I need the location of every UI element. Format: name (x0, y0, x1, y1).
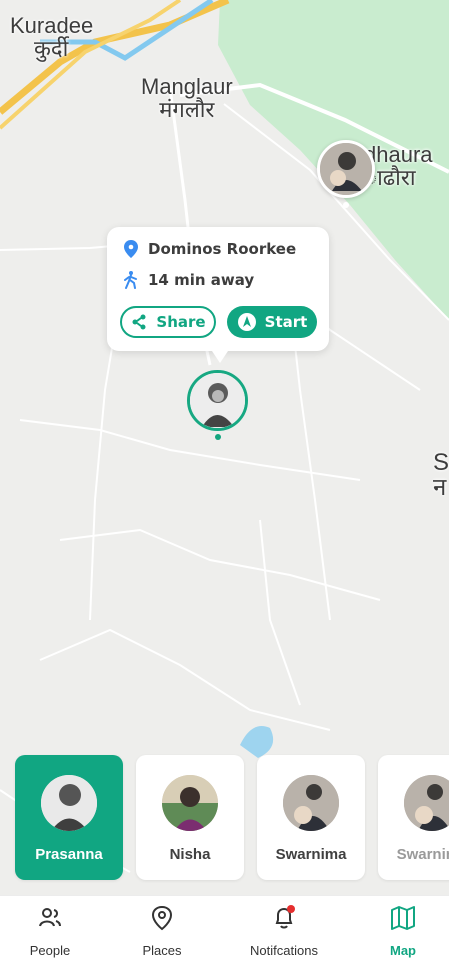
friend-photo (162, 775, 218, 831)
friend-photo (283, 775, 339, 831)
map-place-manglaur: Manglaur मंगलौर (141, 75, 233, 121)
people-icon (39, 908, 61, 927)
marker-dot (215, 434, 221, 440)
share-button[interactable]: Share (120, 306, 216, 338)
avatar-photo-icon (190, 373, 245, 428)
nav-map-label: Map (390, 943, 416, 958)
avatar-photo-icon (320, 143, 372, 195)
nav-people[interactable]: People (24, 904, 76, 958)
start-navigation-button[interactable]: Start (227, 306, 317, 338)
share-button-label: Share (156, 313, 206, 331)
avatar-photo-icon (41, 775, 97, 831)
nav-notifications[interactable]: Notifcations (245, 904, 323, 958)
friend-card-swarnima-partial[interactable]: Swarnima (378, 755, 449, 880)
bell-icon (275, 905, 295, 929)
friend-card-swarnima[interactable]: Swarnima (257, 755, 365, 880)
location-popup: Dominos Roorkee 14 min away Share Start (107, 227, 329, 363)
place-pin-icon (151, 905, 173, 931)
bottom-navigation: People Places Notifcations Map (0, 895, 449, 970)
popup-location-row: Dominos Roorkee (124, 240, 296, 258)
place-native-name: न (433, 474, 447, 502)
friends-carousel[interactable]: Prasanna Nisha Swarnima Swarni (15, 755, 449, 880)
map-place-kuradee: Kuradee कुर्दी (10, 14, 93, 60)
map-screen: Kuradee कुर्दी Manglaur मंगलौर dhaura ाढ… (0, 0, 449, 970)
friend-card-nisha[interactable]: Nisha (136, 755, 244, 880)
friend-photo (404, 775, 449, 831)
popup-location-name: Dominos Roorkee (148, 240, 297, 258)
nav-notifications-label: Notifcations (250, 943, 318, 958)
notification-dot (287, 905, 295, 913)
friend-avatar-marker-swarnima[interactable] (317, 140, 375, 198)
selected-friend-marker-prasanna[interactable] (187, 370, 248, 431)
nav-places[interactable]: Places (138, 904, 186, 958)
place-native-name: कुर्दी (34, 36, 69, 62)
avatar-photo-icon (404, 775, 449, 831)
map-place-s: S न (433, 449, 449, 502)
place-native-name: मंगलौर (159, 97, 215, 123)
friend-name: Swarnima (275, 846, 347, 863)
friend-card-prasanna[interactable]: Prasanna (15, 755, 123, 880)
friend-name: Swarnima (396, 846, 449, 863)
map-icon (391, 906, 415, 930)
place-name: Kuradee (10, 13, 94, 38)
start-button-label: Start (264, 313, 308, 331)
popup-eta-text: 14 min away (148, 271, 255, 289)
place-name: Manglaur (141, 74, 233, 99)
place-name: S (433, 449, 449, 476)
friend-name: Prasanna (35, 846, 103, 863)
marker-dot (343, 202, 349, 208)
location-pin-icon (124, 240, 138, 258)
navigation-arrow-icon (237, 313, 256, 331)
nav-places-label: Places (142, 943, 182, 958)
avatar-photo-icon (162, 775, 218, 831)
friend-name: Nisha (169, 846, 211, 863)
share-icon (132, 314, 146, 330)
friend-photo (41, 775, 97, 831)
popup-eta-row: 14 min away (124, 271, 254, 289)
nav-people-label: People (29, 943, 71, 958)
walking-person-icon (124, 271, 137, 289)
avatar-photo-icon (283, 775, 339, 831)
nav-map[interactable]: Map (386, 904, 420, 958)
